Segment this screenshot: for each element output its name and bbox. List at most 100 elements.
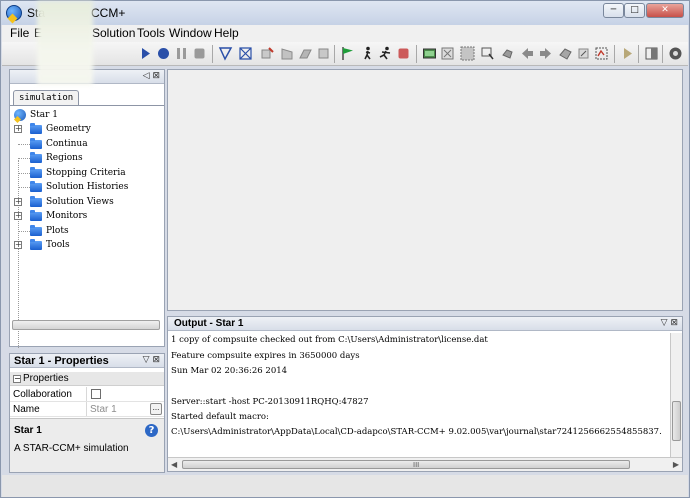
- pause-icon[interactable]: [174, 46, 189, 61]
- rotate-icon[interactable]: [500, 46, 515, 61]
- folder-icon: [30, 181, 42, 192]
- tree-item-plots[interactable]: Plots: [10, 224, 164, 238]
- run-icon[interactable]: [138, 46, 153, 61]
- collapse-icon[interactable]: −: [13, 375, 21, 383]
- folder-icon: [30, 196, 42, 207]
- menu-file[interactable]: File: [10, 26, 29, 40]
- panel-icon[interactable]: [644, 46, 659, 61]
- property-description: Star 1 ? A STAR-CCM+ simulation: [10, 418, 164, 472]
- stop-icon[interactable]: [192, 46, 207, 61]
- folder-icon: [30, 167, 42, 178]
- screenshot-icon[interactable]: [422, 46, 437, 61]
- simulation-icon: [14, 109, 26, 121]
- light-icon[interactable]: [576, 46, 591, 61]
- scroll-left-icon[interactable]: ◀: [171, 460, 177, 469]
- panel-header-buttons[interactable]: ▽ ⊠: [143, 355, 160, 365]
- grid-icon[interactable]: [460, 46, 475, 61]
- minimize-button[interactable]: ─: [603, 3, 624, 18]
- name-edit-button[interactable]: ...: [150, 403, 162, 415]
- output-panel-header: Output - Star 1 ▽ ⊠: [168, 317, 682, 331]
- forward-icon[interactable]: [538, 46, 553, 61]
- tree-item-geometry[interactable]: + Geometry: [10, 122, 164, 136]
- menu-help[interactable]: Help: [214, 26, 239, 40]
- tree-item-solution-histories[interactable]: Solution Histories: [10, 180, 164, 194]
- folder-icon: [30, 138, 42, 149]
- properties-section[interactable]: − Properties: [10, 372, 164, 386]
- tree-root-star-1[interactable]: Star 1: [10, 108, 164, 122]
- run-person-icon[interactable]: [378, 46, 393, 61]
- output-line: Started default macro:: [171, 412, 269, 422]
- close-button[interactable]: ✕: [646, 3, 684, 18]
- menu-bar: File E Solution Tools Window Help: [2, 25, 688, 42]
- tree-item-solution-views[interactable]: + Solution Views: [10, 195, 164, 209]
- folder-icon: [30, 210, 42, 221]
- output-line: Sun Mar 02 20:36:26 2014: [171, 366, 288, 376]
- back-icon[interactable]: [520, 46, 535, 61]
- folder-icon: [30, 152, 42, 163]
- status-bar: [2, 475, 688, 497]
- title-bar: Sta CCM+ ─ □ ✕: [1, 1, 689, 25]
- tree-item-regions[interactable]: Regions: [10, 151, 164, 165]
- stop-record-icon[interactable]: [396, 46, 411, 61]
- collaboration-checkbox[interactable]: [91, 389, 101, 399]
- output-panel-title: Output - Star 1: [174, 318, 244, 329]
- property-row-collaboration: Collaboration: [10, 387, 164, 402]
- menu-window[interactable]: Window: [169, 26, 212, 40]
- step-icon[interactable]: [218, 46, 233, 61]
- tree-item-monitors[interactable]: + Monitors: [10, 209, 164, 223]
- flag-icon[interactable]: [340, 46, 355, 61]
- mesh-icon[interactable]: [238, 46, 253, 61]
- output-vertical-scrollbar[interactable]: [670, 333, 682, 457]
- render-icon[interactable]: [594, 46, 609, 61]
- mesh-repair-icon[interactable]: [260, 46, 275, 61]
- tree-item-stopping-criteria[interactable]: Stopping Criteria: [10, 166, 164, 180]
- expand-icon[interactable]: +: [14, 125, 22, 133]
- output-text-area[interactable]: 1 copy of compsuite checked out from C:\…: [168, 333, 666, 457]
- output-line: C:\Users\Administrator\AppData\Local\CD-…: [171, 427, 662, 437]
- output-line: Server::start -host PC-20130911RQHQ:4782…: [171, 397, 369, 407]
- output-horizontal-scrollbar[interactable]: ◀ III ▶: [168, 457, 682, 471]
- folder-icon: [30, 239, 42, 250]
- tree-item-continua[interactable]: Continua: [10, 137, 164, 151]
- window-title-suffix: CCM+: [91, 6, 126, 20]
- output-line: 1 copy of compsuite checked out from C:\…: [171, 335, 488, 345]
- select-icon[interactable]: [480, 46, 495, 61]
- graphics-window[interactable]: [167, 69, 683, 311]
- folder-icon: [30, 225, 42, 236]
- record-icon[interactable]: [156, 46, 171, 61]
- tab-simulation[interactable]: simulation: [13, 90, 80, 106]
- panel-header-buttons[interactable]: ◁ ⊠: [143, 71, 160, 81]
- app-window: Sta CCM+ ─ □ ✕ File E Solution Tools Win…: [0, 0, 690, 498]
- toolbar: [2, 42, 688, 66]
- simulation-panel: ◁ ⊠ simulation Star 1 + Geometry Continu…: [9, 69, 165, 348]
- play-icon[interactable]: [620, 46, 635, 61]
- reset-view-icon[interactable]: [558, 46, 573, 61]
- expand-icon[interactable]: +: [14, 198, 22, 206]
- menu-solution[interactable]: Solution: [92, 26, 135, 40]
- output-line: Feature compsuite expires in 3650000 day…: [171, 351, 360, 361]
- folder-icon: [30, 123, 42, 134]
- properties-panel-header: Star 1 - Properties ▽ ⊠: [10, 354, 164, 368]
- scroll-right-icon[interactable]: ▶: [673, 460, 679, 469]
- walk-icon[interactable]: [360, 46, 375, 61]
- properties-panel-title: Star 1 - Properties: [14, 355, 109, 367]
- redacted-area: [37, 1, 93, 85]
- expand-icon[interactable]: +: [14, 241, 22, 249]
- properties-panel: Star 1 - Properties ▽ ⊠ − Properties Col…: [9, 353, 165, 473]
- panel-header-buttons[interactable]: ▽ ⊠: [661, 318, 678, 328]
- volume-icon[interactable]: [298, 46, 313, 61]
- surface-icon[interactable]: [280, 46, 295, 61]
- maximize-button[interactable]: □: [624, 3, 645, 18]
- output-panel: Output - Star 1 ▽ ⊠ 1 copy of compsuite …: [167, 316, 683, 472]
- settings-icon[interactable]: [668, 46, 683, 61]
- cube-icon[interactable]: [316, 46, 331, 61]
- expand-icon[interactable]: +: [14, 212, 22, 220]
- star-ccm-logo-icon: [6, 5, 22, 21]
- name-value[interactable]: Star 1: [90, 404, 117, 415]
- property-row-name: Name Star 1 ...: [10, 402, 164, 417]
- tree-item-tools[interactable]: + Tools: [10, 238, 164, 252]
- help-icon[interactable]: ?: [145, 424, 158, 437]
- tree-horizontal-scrollbar[interactable]: [12, 320, 160, 330]
- view-fit-icon[interactable]: [440, 46, 455, 61]
- menu-tools[interactable]: Tools: [137, 26, 165, 40]
